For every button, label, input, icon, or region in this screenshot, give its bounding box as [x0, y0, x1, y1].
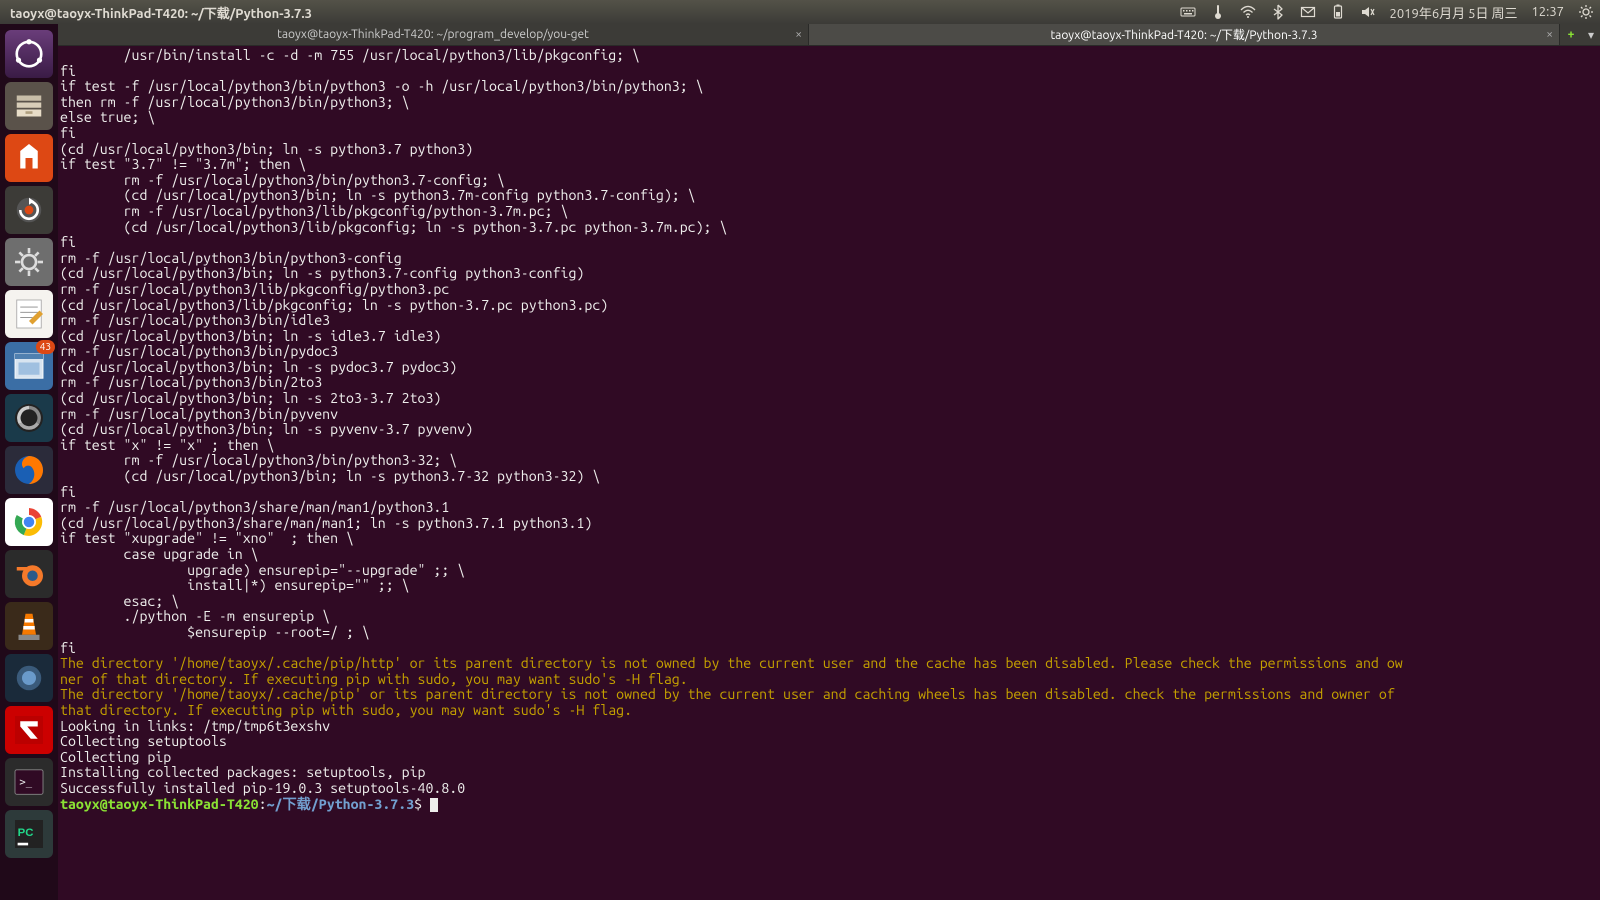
launcher-firefox[interactable]: [5, 446, 53, 494]
term-text: /usr/bin/install -c -d -m 755 /usr/local…: [60, 47, 727, 656]
launcher-files[interactable]: [5, 82, 53, 130]
prompt-sep: :: [259, 796, 267, 812]
launcher-screenshot[interactable]: 43: [5, 342, 53, 390]
gear-icon[interactable]: [1578, 4, 1594, 20]
window-title: taoyx@taoyx-ThinkPad-T420: ~/下载/Python-3…: [6, 3, 1180, 22]
tab-menu-button[interactable]: ▾: [1582, 24, 1600, 45]
launcher-obs[interactable]: [5, 394, 53, 442]
prompt-user: taoyx@taoyx-ThinkPad-T420: [60, 796, 259, 812]
temperature-icon[interactable]: [1210, 4, 1226, 20]
volume-icon[interactable]: [1360, 4, 1376, 20]
bluetooth-icon[interactable]: [1270, 4, 1286, 20]
terminal-window: taoyx@taoyx-ThinkPad-T420: ~/program_dev…: [58, 24, 1600, 900]
launcher-chrome[interactable]: [5, 498, 53, 546]
launcher-text-editor[interactable]: [5, 290, 53, 338]
terminal-body[interactable]: /usr/bin/install -c -d -m 755 /usr/local…: [58, 46, 1600, 900]
clock-time[interactable]: 12:37: [1531, 5, 1564, 19]
launcher-vlc[interactable]: [5, 602, 53, 650]
term-warning: The directory '/home/taoyx/.cache/pip/ht…: [60, 655, 1403, 687]
keyboard-icon[interactable]: [1180, 4, 1196, 20]
terminal-output: /usr/bin/install -c -d -m 755 /usr/local…: [60, 48, 1598, 812]
launcher-terminal[interactable]: >_: [5, 758, 53, 806]
launcher-dash[interactable]: [5, 30, 53, 78]
launcher-software-center[interactable]: [5, 134, 53, 182]
terminal-tab-1[interactable]: taoyx@taoyx-ThinkPad-T420: ~/program_dev…: [58, 24, 809, 45]
term-text: Looking in links: /tmp/tmp6t3exshv Colle…: [60, 718, 465, 796]
tab-bar: taoyx@taoyx-ThinkPad-T420: ~/program_dev…: [58, 24, 1600, 46]
cursor: [430, 798, 438, 812]
prompt-path: ~/下载/Python-3.7.3: [267, 796, 415, 812]
indicator-area: 2019年6月月 5日 周三 12:37: [1180, 3, 1594, 22]
wifi-icon[interactable]: [1240, 4, 1256, 20]
launcher-settings[interactable]: [5, 238, 53, 286]
close-icon[interactable]: ×: [795, 28, 802, 41]
launcher-blender[interactable]: [5, 550, 53, 598]
mail-icon[interactable]: [1300, 4, 1316, 20]
prompt-end: $: [414, 796, 430, 812]
badge-count: 43: [36, 340, 55, 354]
launcher-filezilla[interactable]: [5, 706, 53, 754]
top-panel: taoyx@taoyx-ThinkPad-T420: ~/下载/Python-3…: [0, 0, 1600, 24]
launcher-updater[interactable]: [5, 186, 53, 234]
terminal-tab-2[interactable]: taoyx@taoyx-ThinkPad-T420: ~/下载/Python-3…: [809, 24, 1560, 45]
svg-text:>_: >_: [19, 777, 32, 789]
tab-label: taoyx@taoyx-ThinkPad-T420: ~/下载/Python-3…: [1050, 26, 1317, 43]
clock-date[interactable]: 2019年6月月 5日 周三: [1390, 3, 1518, 22]
svg-text:PC: PC: [18, 827, 34, 839]
close-icon[interactable]: ×: [1546, 28, 1553, 41]
term-warning: The directory '/home/taoyx/.cache/pip' o…: [60, 686, 1403, 718]
battery-icon[interactable]: [1330, 4, 1346, 20]
new-tab-button[interactable]: +: [1560, 24, 1582, 45]
launcher-pycharm[interactable]: PC: [5, 810, 53, 858]
launcher: 43 >_ PC: [0, 24, 58, 900]
tab-label: taoyx@taoyx-ThinkPad-T420: ~/program_dev…: [277, 28, 589, 41]
launcher-app1[interactable]: [5, 654, 53, 702]
